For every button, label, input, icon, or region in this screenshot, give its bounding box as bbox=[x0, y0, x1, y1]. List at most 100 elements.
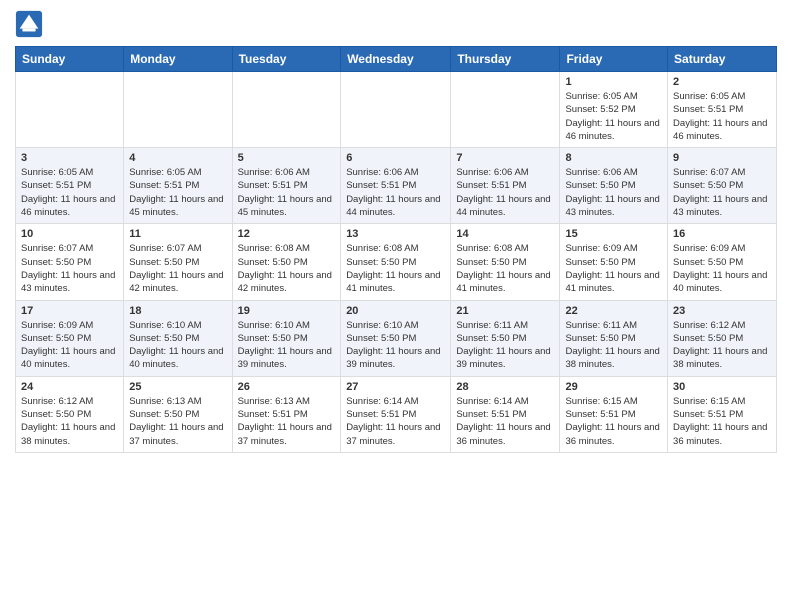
header bbox=[15, 10, 777, 38]
day-info: Sunrise: 6:13 AMSunset: 5:50 PMDaylight:… bbox=[129, 395, 226, 448]
calendar-cell-week3-day3: 12 Sunrise: 6:08 AMSunset: 5:50 PMDayligh… bbox=[232, 224, 341, 300]
calendar-cell-week1-day3 bbox=[232, 72, 341, 148]
weekday-header-thursday: Thursday bbox=[451, 47, 560, 72]
calendar-cell-week1-day5 bbox=[451, 72, 560, 148]
day-info: Sunrise: 6:05 AMSunset: 5:51 PMDaylight:… bbox=[673, 90, 771, 143]
day-number: 18 bbox=[129, 305, 226, 317]
day-info: Sunrise: 6:07 AMSunset: 5:50 PMDaylight:… bbox=[21, 242, 118, 295]
weekday-header-friday: Friday bbox=[560, 47, 668, 72]
day-number: 6 bbox=[346, 152, 445, 164]
calendar-cell-week3-day4: 13 Sunrise: 6:08 AMSunset: 5:50 PMDayligh… bbox=[341, 224, 451, 300]
calendar-week-1: 1 Sunrise: 6:05 AMSunset: 5:52 PMDaylight… bbox=[16, 72, 777, 148]
calendar-week-3: 10 Sunrise: 6:07 AMSunset: 5:50 PMDayligh… bbox=[16, 224, 777, 300]
day-number: 23 bbox=[673, 305, 771, 317]
day-info: Sunrise: 6:07 AMSunset: 5:50 PMDaylight:… bbox=[673, 166, 771, 219]
logo bbox=[15, 10, 47, 38]
day-info: Sunrise: 6:07 AMSunset: 5:50 PMDaylight:… bbox=[129, 242, 226, 295]
day-number: 20 bbox=[346, 305, 445, 317]
calendar-cell-week2-day2: 4Sunrise: 6:05 AMSunset: 5:51 PMDaylight… bbox=[124, 148, 232, 224]
calendar-week-4: 17 Sunrise: 6:09 AMSunset: 5:50 PMDayligh… bbox=[16, 300, 777, 376]
calendar-cell-week3-day2: 11 Sunrise: 6:07 AMSunset: 5:50 PMDayligh… bbox=[124, 224, 232, 300]
day-number: 16 bbox=[673, 228, 771, 240]
day-info: Sunrise: 6:15 AMSunset: 5:51 PMDaylight:… bbox=[565, 395, 662, 448]
calendar-table: SundayMondayTuesdayWednesdayThursdayFrid… bbox=[15, 46, 777, 453]
weekday-header-sunday: Sunday bbox=[16, 47, 124, 72]
day-number: 21 bbox=[456, 305, 554, 317]
page: SundayMondayTuesdayWednesdayThursdayFrid… bbox=[0, 0, 792, 612]
day-info: Sunrise: 6:11 AMSunset: 5:50 PMDaylight:… bbox=[565, 319, 662, 372]
calendar-cell-week1-day7: 2 Sunrise: 6:05 AMSunset: 5:51 PMDaylight… bbox=[668, 72, 777, 148]
day-info: Sunrise: 6:13 AMSunset: 5:51 PMDaylight:… bbox=[238, 395, 336, 448]
day-info: Sunrise: 6:11 AMSunset: 5:50 PMDaylight:… bbox=[456, 319, 554, 372]
calendar-cell-week3-day7: 16 Sunrise: 6:09 AMSunset: 5:50 PMDayligh… bbox=[668, 224, 777, 300]
calendar-cell-week5-day6: 29 Sunrise: 6:15 AMSunset: 5:51 PMDayligh… bbox=[560, 376, 668, 452]
day-info: Sunrise: 6:12 AMSunset: 5:50 PMDaylight:… bbox=[21, 395, 118, 448]
weekday-header-row: SundayMondayTuesdayWednesdayThursdayFrid… bbox=[16, 47, 777, 72]
day-number: 12 bbox=[238, 228, 336, 240]
weekday-header-saturday: Saturday bbox=[668, 47, 777, 72]
day-info: Sunrise: 6:06 AMSunset: 5:51 PMDaylight:… bbox=[456, 166, 554, 219]
day-number: 5 bbox=[238, 152, 336, 164]
day-number: 10 bbox=[21, 228, 118, 240]
calendar-cell-week5-day4: 27 Sunrise: 6:14 AMSunset: 5:51 PMDayligh… bbox=[341, 376, 451, 452]
day-info: Sunrise: 6:09 AMSunset: 5:50 PMDaylight:… bbox=[565, 242, 662, 295]
calendar-cell-week5-day1: 24 Sunrise: 6:12 AMSunset: 5:50 PMDayligh… bbox=[16, 376, 124, 452]
day-number: 26 bbox=[238, 381, 336, 393]
day-info: Sunrise: 6:05 AMSunset: 5:51 PMDaylight:… bbox=[129, 166, 226, 219]
calendar-cell-week2-day7: 9 Sunrise: 6:07 AMSunset: 5:50 PMDaylight… bbox=[668, 148, 777, 224]
day-info: Sunrise: 6:06 AMSunset: 5:51 PMDaylight:… bbox=[238, 166, 336, 219]
day-number: 9 bbox=[673, 152, 771, 164]
day-info: Sunrise: 6:05 AMSunset: 5:52 PMDaylight:… bbox=[565, 90, 662, 143]
logo-icon bbox=[15, 10, 43, 38]
day-info: Sunrise: 6:08 AMSunset: 5:50 PMDaylight:… bbox=[456, 242, 554, 295]
calendar-cell-week5-day3: 26 Sunrise: 6:13 AMSunset: 5:51 PMDayligh… bbox=[232, 376, 341, 452]
calendar-cell-week5-day2: 25 Sunrise: 6:13 AMSunset: 5:50 PMDayligh… bbox=[124, 376, 232, 452]
day-info: Sunrise: 6:12 AMSunset: 5:50 PMDaylight:… bbox=[673, 319, 771, 372]
calendar-cell-week1-day1 bbox=[16, 72, 124, 148]
calendar-week-5: 24 Sunrise: 6:12 AMSunset: 5:50 PMDayligh… bbox=[16, 376, 777, 452]
day-info: Sunrise: 6:08 AMSunset: 5:50 PMDaylight:… bbox=[346, 242, 445, 295]
day-number: 11 bbox=[129, 228, 226, 240]
day-number: 29 bbox=[565, 381, 662, 393]
day-number: 2 bbox=[673, 76, 771, 88]
day-number: 22 bbox=[565, 305, 662, 317]
calendar-cell-week1-day6: 1 Sunrise: 6:05 AMSunset: 5:52 PMDaylight… bbox=[560, 72, 668, 148]
weekday-header-monday: Monday bbox=[124, 47, 232, 72]
day-info: Sunrise: 6:06 AMSunset: 5:50 PMDaylight:… bbox=[565, 166, 662, 219]
calendar-cell-week1-day4 bbox=[341, 72, 451, 148]
day-info: Sunrise: 6:08 AMSunset: 5:50 PMDaylight:… bbox=[238, 242, 336, 295]
day-number: 27 bbox=[346, 381, 445, 393]
day-number: 3 bbox=[21, 152, 118, 164]
day-info: Sunrise: 6:09 AMSunset: 5:50 PMDaylight:… bbox=[673, 242, 771, 295]
day-info: Sunrise: 6:10 AMSunset: 5:50 PMDaylight:… bbox=[129, 319, 226, 372]
calendar-cell-week1-day2 bbox=[124, 72, 232, 148]
day-number: 17 bbox=[21, 305, 118, 317]
calendar-cell-week4-day7: 23 Sunrise: 6:12 AMSunset: 5:50 PMDayligh… bbox=[668, 300, 777, 376]
day-number: 13 bbox=[346, 228, 445, 240]
day-info: Sunrise: 6:15 AMSunset: 5:51 PMDaylight:… bbox=[673, 395, 771, 448]
day-number: 30 bbox=[673, 381, 771, 393]
calendar-cell-week2-day4: 6 Sunrise: 6:06 AMSunset: 5:51 PMDaylight… bbox=[341, 148, 451, 224]
calendar-cell-week3-day6: 15 Sunrise: 6:09 AMSunset: 5:50 PMDayligh… bbox=[560, 224, 668, 300]
day-info: Sunrise: 6:09 AMSunset: 5:50 PMDaylight:… bbox=[21, 319, 118, 372]
day-number: 25 bbox=[129, 381, 226, 393]
calendar-cell-week4-day1: 17 Sunrise: 6:09 AMSunset: 5:50 PMDayligh… bbox=[16, 300, 124, 376]
calendar-cell-week4-day2: 18 Sunrise: 6:10 AMSunset: 5:50 PMDayligh… bbox=[124, 300, 232, 376]
day-number: 1 bbox=[565, 76, 662, 88]
day-info: Sunrise: 6:10 AMSunset: 5:50 PMDaylight:… bbox=[346, 319, 445, 372]
calendar-cell-week2-day1: 3Sunrise: 6:05 AMSunset: 5:51 PMDaylight… bbox=[16, 148, 124, 224]
day-number: 15 bbox=[565, 228, 662, 240]
calendar-week-2: 3 Sunrise: 6:05 AMSunset: 5:51 PMDaylight… bbox=[16, 148, 777, 224]
day-number: 19 bbox=[238, 305, 336, 317]
weekday-header-tuesday: Tuesday bbox=[232, 47, 341, 72]
calendar-cell-week4-day3: 19Sunrise: 6:10 AMSunset: 5:50 PMDayligh… bbox=[232, 300, 341, 376]
day-number: 24 bbox=[21, 381, 118, 393]
calendar-cell-week4-day4: 20 Sunrise: 6:10 AMSunset: 5:50 PMDayligh… bbox=[341, 300, 451, 376]
day-info: Sunrise: 6:14 AMSunset: 5:51 PMDaylight:… bbox=[456, 395, 554, 448]
day-info: Sunrise: 6:14 AMSunset: 5:51 PMDaylight:… bbox=[346, 395, 445, 448]
calendar-cell-week5-day7: 30 Sunrise: 6:15 AMSunset: 5:51 PMDayligh… bbox=[668, 376, 777, 452]
day-info: Sunrise: 6:06 AMSunset: 5:51 PMDaylight:… bbox=[346, 166, 445, 219]
calendar-cell-week5-day5: 28Sunrise: 6:14 AMSunset: 5:51 PMDayligh… bbox=[451, 376, 560, 452]
day-number: 14 bbox=[456, 228, 554, 240]
calendar-cell-week2-day5: 7Sunrise: 6:06 AMSunset: 5:51 PMDaylight… bbox=[451, 148, 560, 224]
